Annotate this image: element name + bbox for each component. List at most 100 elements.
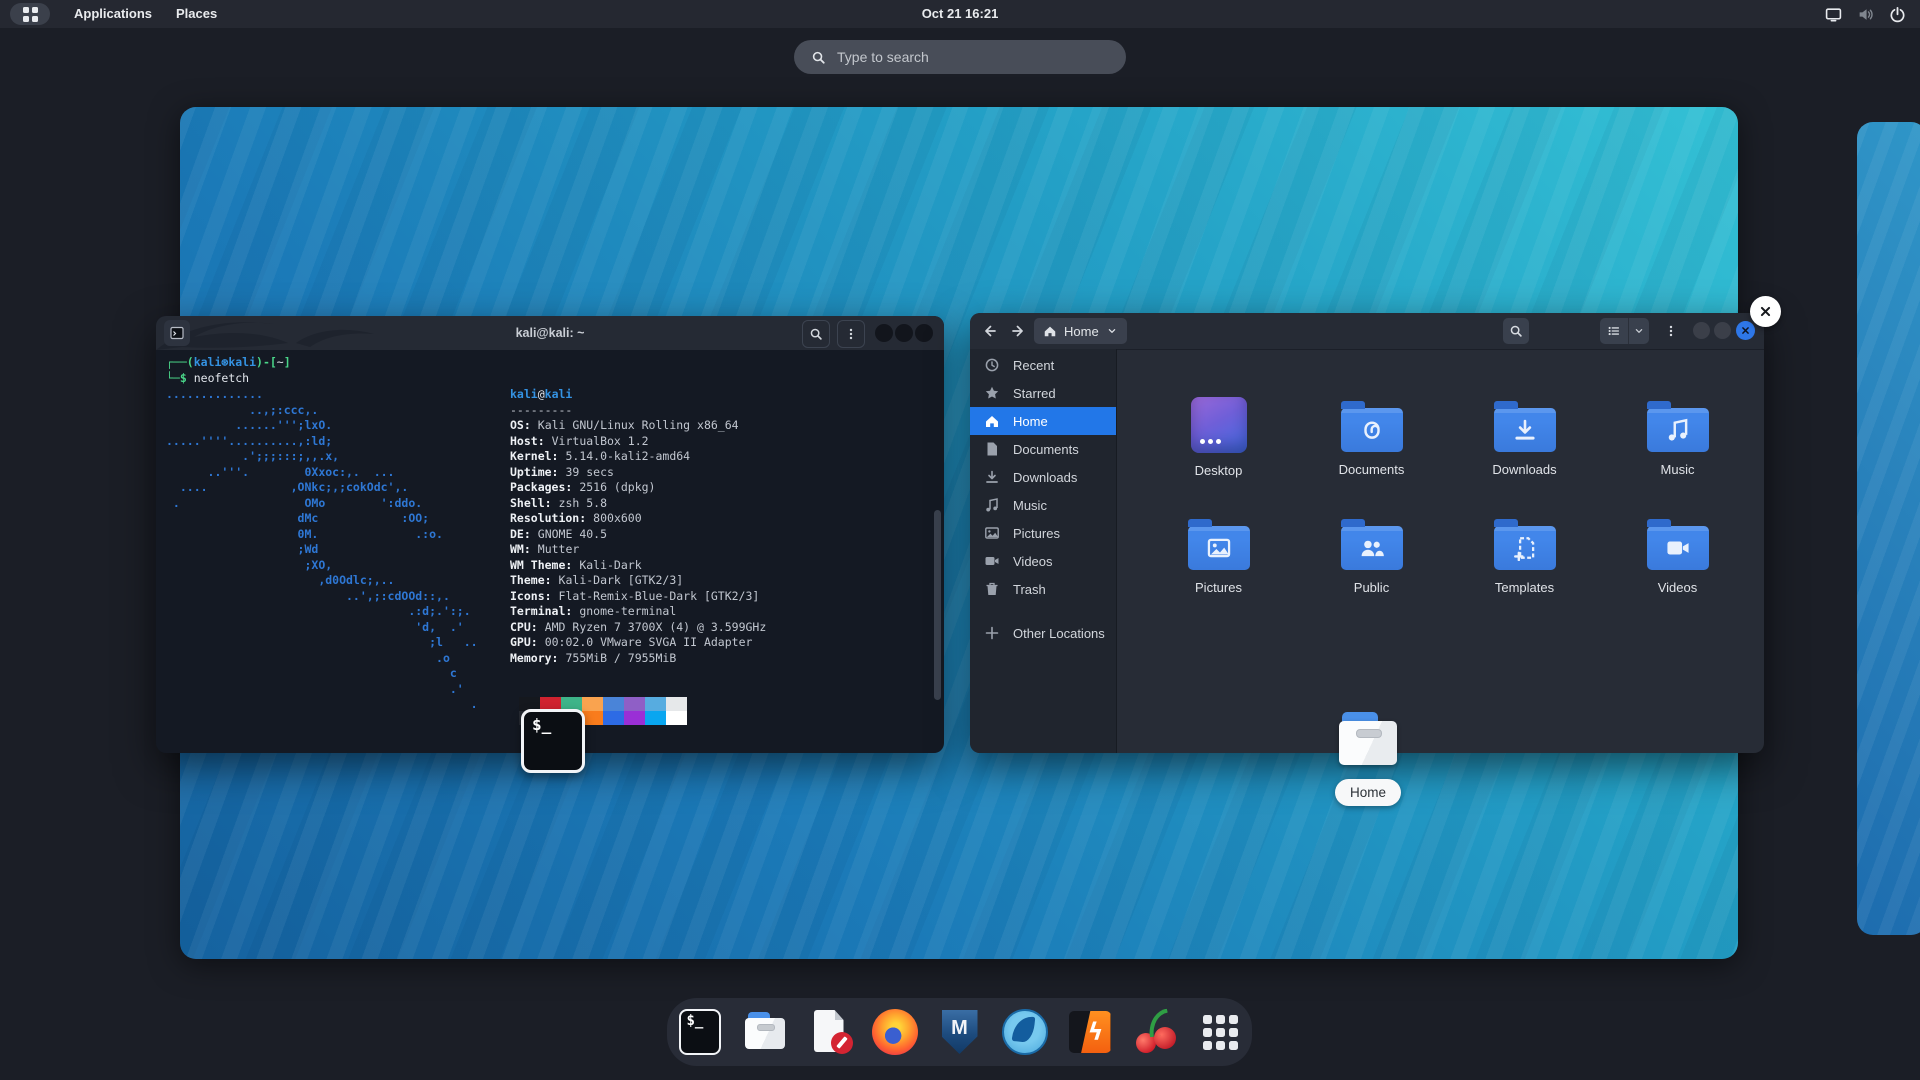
sidebar-item-label: Home	[1013, 414, 1048, 429]
file-item[interactable]: Templates	[1448, 505, 1601, 623]
terminal-minimize-button[interactable]	[875, 324, 893, 342]
display-icon	[1825, 6, 1842, 23]
neofetch-info-row: GPU:00:02.0 VMware SVGA II Adapter	[510, 635, 766, 651]
sidebar-item[interactable]: Other Locations	[970, 619, 1116, 647]
location-button[interactable]: Home	[1034, 318, 1127, 344]
sidebar-item-icon	[984, 581, 1000, 597]
terminal-titlebar[interactable]: kali@kali: ~	[156, 316, 944, 350]
files-grid: Desktop Documents Downloads	[1142, 387, 1762, 623]
file-item[interactable]: Videos	[1601, 505, 1754, 623]
new-terminal-button[interactable]	[164, 320, 190, 346]
folder-emblem-icon	[1512, 535, 1538, 561]
file-item[interactable]: Documents	[1295, 387, 1448, 505]
forward-button[interactable]	[1006, 319, 1030, 343]
files-search-button[interactable]	[1503, 318, 1529, 344]
neofetch-info-rows: OS:Kali GNU/Linux Rolling x86_64 Host:Vi…	[510, 418, 766, 666]
file-item[interactable]: Public	[1295, 505, 1448, 623]
sidebar-item[interactable]: Starred	[970, 379, 1116, 407]
view-toggle	[1600, 318, 1649, 344]
files-maximize-button[interactable]	[1714, 322, 1731, 339]
view-options-button[interactable]	[1629, 318, 1649, 344]
file-item[interactable]: Downloads	[1448, 387, 1601, 505]
neofetch-info-row: Resolution:800x600	[510, 511, 766, 527]
neofetch-info-row: Theme:Kali-Dark [GTK2/3]	[510, 573, 766, 589]
file-item[interactable]: Pictures	[1142, 505, 1295, 623]
neofetch-info-row: OS:Kali GNU/Linux Rolling x86_64	[510, 418, 766, 434]
files-headerbar[interactable]: Home	[970, 313, 1764, 350]
files-close-button[interactable]	[1736, 321, 1755, 340]
activities-button[interactable]	[10, 3, 50, 25]
terminal-app-badge[interactable]: $_	[521, 709, 585, 773]
terminal-content[interactable]: ┌──(kali⊛kali)-[~] └─$ neofetch ........…	[156, 350, 944, 753]
sidebar-item[interactable]: Documents	[970, 435, 1116, 463]
file-item-label: Videos	[1658, 580, 1698, 595]
terminal-maximize-button[interactable]	[895, 324, 913, 342]
files-app-icon-body	[1339, 721, 1397, 765]
list-view-icon	[1607, 324, 1621, 338]
sidebar-item[interactable]: Home	[970, 407, 1116, 435]
sidebar-item[interactable]: Recent	[970, 351, 1116, 379]
folder-icon	[1647, 526, 1709, 570]
terminal-app[interactable]	[676, 1004, 724, 1060]
terminal-search-button[interactable]	[802, 320, 830, 348]
sidebar-item[interactable]: Downloads	[970, 463, 1116, 491]
sidebar-item-icon	[984, 441, 1000, 457]
next-workspace-thumbnail[interactable]	[1857, 122, 1920, 935]
back-button[interactable]	[978, 319, 1002, 343]
color-swatch	[645, 711, 666, 725]
folder-icon	[1647, 408, 1709, 452]
metasploit-app[interactable]	[936, 1004, 984, 1060]
sidebar-item[interactable]: Videos	[970, 547, 1116, 575]
file-item[interactable]: Music	[1601, 387, 1754, 505]
sidebar-item[interactable]: Trash	[970, 575, 1116, 603]
neofetch-info-row: WM Theme:Kali-Dark	[510, 558, 766, 574]
places-menu[interactable]: Places	[176, 0, 217, 28]
files-app[interactable]	[741, 1004, 789, 1060]
app-grid-button[interactable]	[1196, 1004, 1244, 1060]
location-label: Home	[1064, 324, 1099, 339]
wireshark-app[interactable]	[1001, 1004, 1049, 1060]
files-window[interactable]: Home Recent Starred	[970, 313, 1764, 753]
sidebar-item[interactable]: Music	[970, 491, 1116, 519]
terminal-close-button[interactable]	[915, 324, 933, 342]
burpsuite-app[interactable]	[1066, 1004, 1114, 1060]
terminal-scrollbar[interactable]	[934, 510, 941, 700]
text-editor-app[interactable]	[806, 1004, 854, 1060]
sidebar-item-icon	[984, 497, 1000, 513]
shell-prompt: ┌──(kali⊛kali)-[~] └─$ neofetch	[166, 355, 291, 386]
files-minimize-button[interactable]	[1693, 322, 1710, 339]
neofetch-info-row: Terminal:gnome-terminal	[510, 604, 766, 620]
terminal-badge-glyph: $_	[532, 715, 582, 734]
search-placeholder: Type to search	[837, 49, 929, 65]
terminal-window[interactable]: kali@kali: ~ ┌──(kali⊛kali)-[~] └─$ neof…	[156, 316, 944, 753]
terminal-menu-button[interactable]	[837, 320, 865, 348]
close-icon	[1740, 325, 1751, 336]
search-icon	[1509, 324, 1523, 338]
search-input[interactable]: Type to search	[794, 40, 1126, 74]
list-view-button[interactable]	[1600, 318, 1629, 344]
window-close-badge[interactable]	[1750, 296, 1781, 327]
applications-menu[interactable]: Applications	[74, 0, 152, 28]
cherrytree-app[interactable]	[1131, 1004, 1179, 1060]
sidebar-item-label: Pictures	[1013, 526, 1060, 541]
neofetch-info-row: Uptime:39 secs	[510, 465, 766, 481]
sidebar-item[interactable]: Pictures	[970, 519, 1116, 547]
sidebar-item-icon	[984, 553, 1000, 569]
color-swatch	[603, 711, 624, 725]
close-icon	[1758, 304, 1773, 319]
status-area[interactable]	[1825, 0, 1906, 28]
clock[interactable]: Oct 21 16:21	[922, 0, 999, 28]
color-swatch	[603, 697, 624, 711]
files-app-badge[interactable]	[1339, 712, 1397, 766]
arrow-left-icon	[982, 323, 998, 339]
neofetch-info-row: Icons:Flat-Remix-Blue-Dark [GTK2/3]	[510, 589, 766, 605]
neofetch-info-row: Host:VirtualBox 1.2	[510, 434, 766, 450]
folder-icon	[1191, 397, 1247, 453]
files-menu-button[interactable]	[1658, 318, 1684, 344]
file-item[interactable]: Desktop	[1142, 387, 1295, 505]
chevron-down-icon	[1633, 325, 1645, 337]
sidebar-item-label: Recent	[1013, 358, 1054, 373]
neofetch-info-row: DE:GNOME 40.5	[510, 527, 766, 543]
folder-emblem-icon	[1359, 535, 1385, 561]
firefox-app[interactable]	[871, 1004, 919, 1060]
